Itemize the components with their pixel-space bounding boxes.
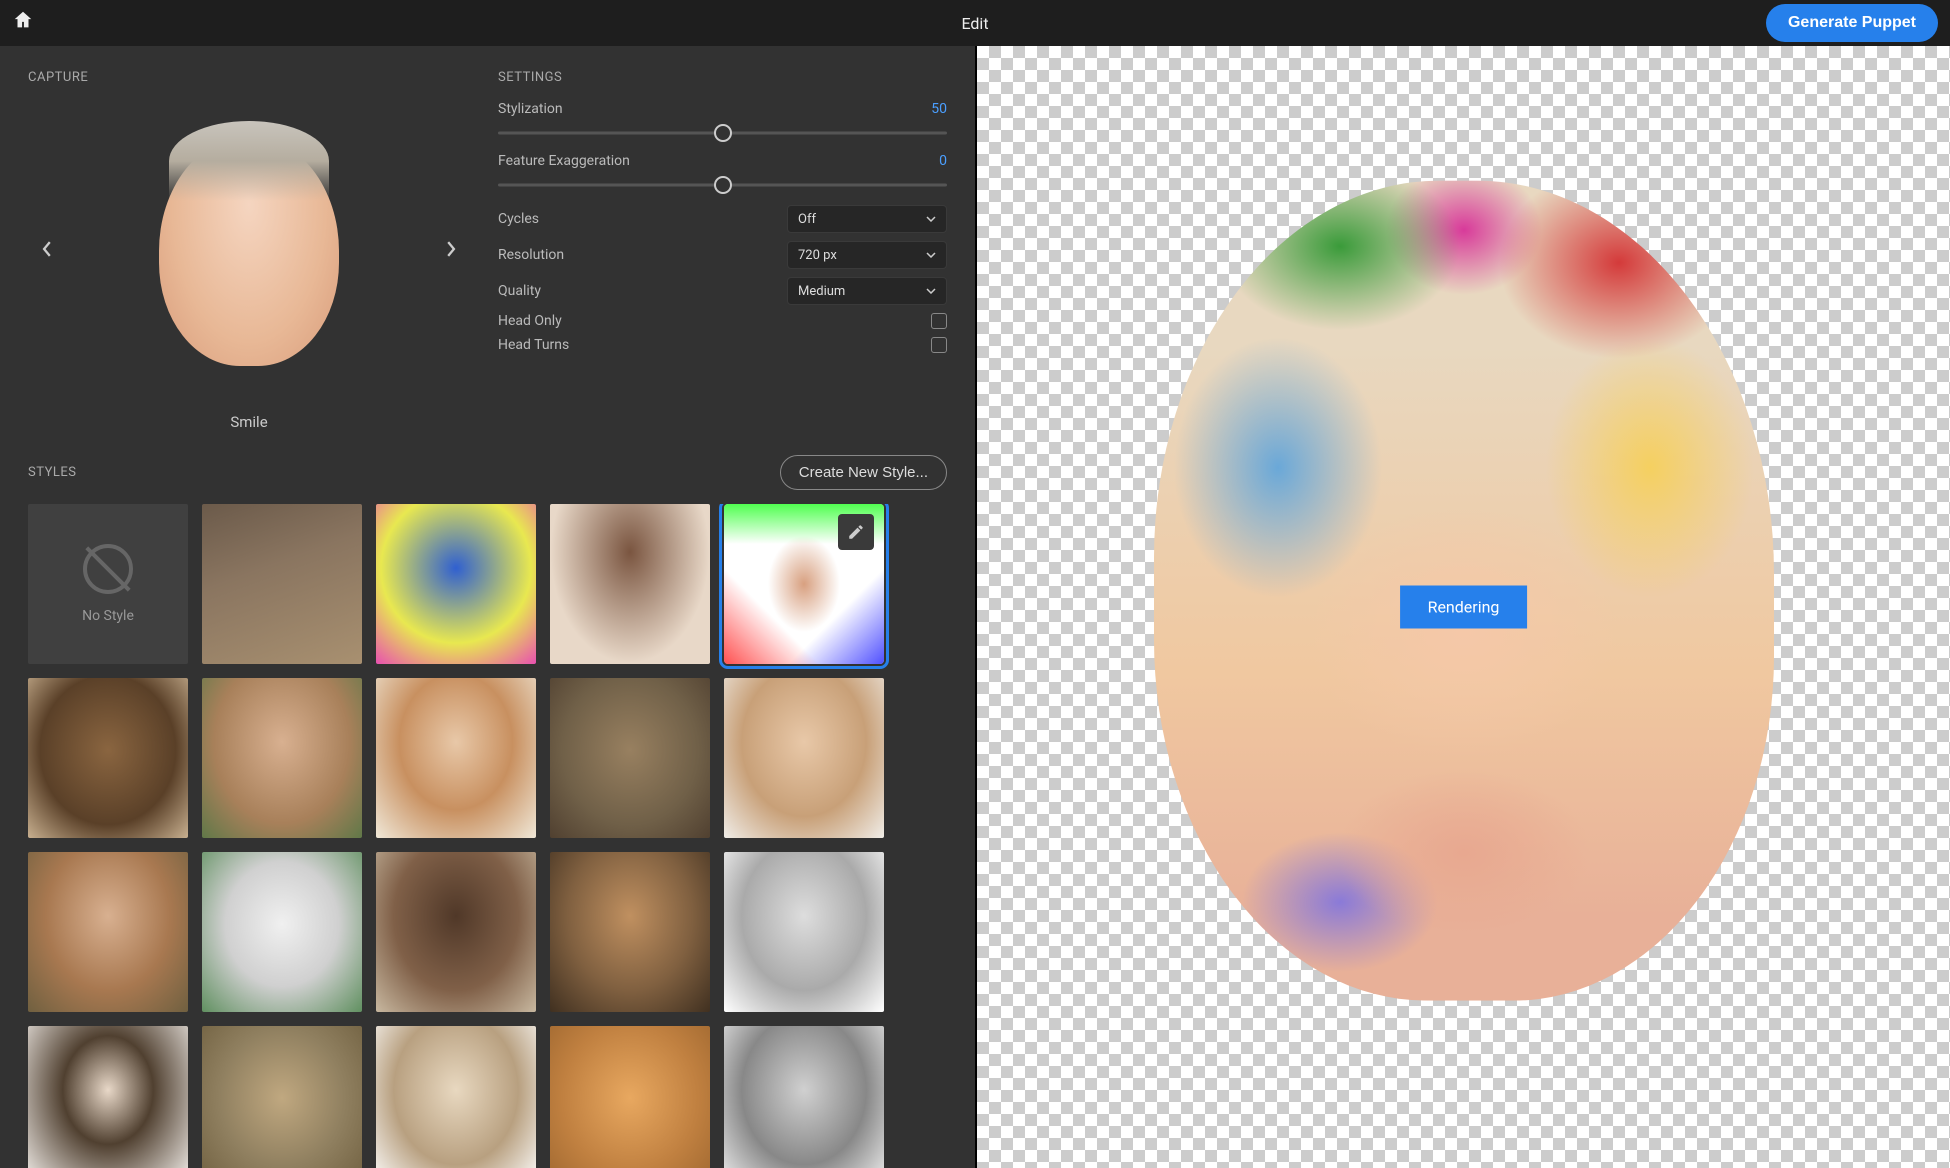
style-tile-photo-man[interactable] xyxy=(202,504,362,664)
head-turns-checkbox[interactable] xyxy=(931,337,947,353)
resolution-select[interactable]: 720 px xyxy=(787,241,947,269)
pencil-icon xyxy=(847,523,865,541)
style-tile-ink-bob[interactable] xyxy=(28,1026,188,1168)
capture-next-button[interactable] xyxy=(437,233,464,269)
stylization-value: 50 xyxy=(931,101,947,117)
style-tile-no-style[interactable]: No Style xyxy=(28,504,188,664)
create-new-style-button[interactable]: Create New Style... xyxy=(780,455,947,490)
rendering-status-badge: Rendering xyxy=(1400,586,1528,629)
capture-section-label: CAPTURE xyxy=(28,70,470,85)
no-style-label: No Style xyxy=(82,608,134,624)
chevron-down-icon xyxy=(926,288,936,294)
head-only-label: Head Only xyxy=(498,313,562,329)
style-tile-classic-oil-man[interactable] xyxy=(28,852,188,1012)
feature-exaggeration-slider[interactable] xyxy=(498,175,947,195)
cycles-select[interactable]: Off xyxy=(787,205,947,233)
styles-grid: No Style xyxy=(0,504,975,1168)
edit-style-button[interactable] xyxy=(838,514,874,550)
style-tile-pencil-beard[interactable] xyxy=(376,1026,536,1168)
chevron-down-icon xyxy=(926,252,936,258)
quality-select[interactable]: Medium xyxy=(787,277,947,305)
style-tile-oil-woman-dark[interactable] xyxy=(550,852,710,1012)
style-tile-sepia-portrait[interactable] xyxy=(724,678,884,838)
style-tile-3d-white-head[interactable] xyxy=(202,852,362,1012)
style-tile-graphite-face[interactable] xyxy=(724,1026,884,1168)
quality-label: Quality xyxy=(498,283,541,299)
feature-exaggeration-label: Feature Exaggeration xyxy=(498,153,630,169)
head-only-checkbox[interactable] xyxy=(931,313,947,329)
home-icon[interactable] xyxy=(12,9,34,37)
generate-puppet-button[interactable]: Generate Puppet xyxy=(1766,4,1938,42)
chevron-down-icon xyxy=(926,216,936,222)
style-tile-ink-sketch[interactable] xyxy=(376,678,536,838)
cycles-label: Cycles xyxy=(498,211,539,227)
style-tile-pop-art[interactable] xyxy=(376,504,536,664)
style-tile-pencil-sketch[interactable] xyxy=(724,852,884,1012)
styles-section-label: STYLES xyxy=(28,465,77,480)
style-tile-clay-bust[interactable] xyxy=(550,678,710,838)
no-style-icon xyxy=(83,544,133,594)
feature-exaggeration-value: 0 xyxy=(939,153,947,169)
capture-expression-label: Smile xyxy=(28,413,470,431)
style-tile-dog-portrait[interactable] xyxy=(550,1026,710,1168)
style-tile-charcoal-man[interactable] xyxy=(376,852,536,1012)
capture-face-preview xyxy=(159,136,339,366)
page-title: Edit xyxy=(961,14,988,33)
resolution-label: Resolution xyxy=(498,247,564,263)
style-tile-rainbow-paint[interactable] xyxy=(724,504,884,664)
preview-canvas: Rendering xyxy=(977,46,1950,1168)
head-turns-label: Head Turns xyxy=(498,337,569,353)
stylization-slider[interactable] xyxy=(498,123,947,143)
style-tile-watercolor-child[interactable] xyxy=(550,504,710,664)
style-tile-oil-woman[interactable] xyxy=(202,678,362,838)
stylization-label: Stylization xyxy=(498,101,563,117)
style-tile-stone-relief[interactable] xyxy=(202,1026,362,1168)
settings-section-label: SETTINGS xyxy=(498,70,947,85)
style-tile-wood-carving[interactable] xyxy=(28,678,188,838)
capture-prev-button[interactable] xyxy=(34,233,61,269)
